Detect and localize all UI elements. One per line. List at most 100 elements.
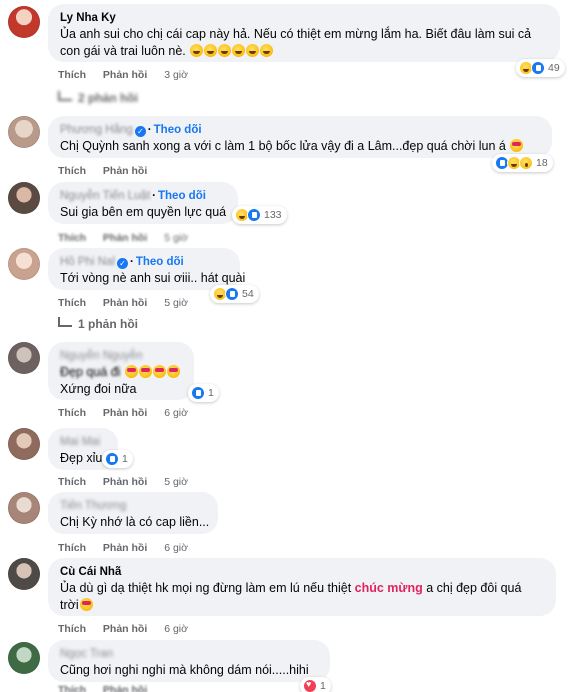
timestamp[interactable]: 6 giờ bbox=[164, 623, 188, 635]
reaction-summary[interactable]: 54 bbox=[210, 285, 259, 303]
reply-link[interactable]: Phản hồi bbox=[103, 165, 147, 177]
reaction-count: 1 bbox=[320, 680, 326, 692]
highlighted-text: chúc mừng bbox=[354, 581, 423, 595]
timestamp[interactable]: 5 giờ bbox=[164, 232, 188, 244]
commenter-name[interactable]: Nguyễn Nguyễn bbox=[60, 349, 182, 364]
like-link[interactable]: Thích bbox=[58, 476, 86, 488]
timestamp[interactable]: 5 giờ bbox=[164, 297, 188, 309]
comment-text: Đẹp quá đi bbox=[60, 364, 182, 381]
reaction-count: 49 bbox=[548, 62, 560, 74]
laugh-emoji-icon bbox=[190, 44, 204, 57]
comment-bubble: Hồ Phi Nal ✓ · Theo dõi Tới vòng nè anh sui… bbox=[48, 248, 245, 290]
commenter-name[interactable]: Tiến Thương bbox=[60, 499, 206, 514]
commenter-name[interactable]: Ngọc Tran bbox=[60, 647, 318, 662]
reply-link[interactable]: Phản hồi bbox=[103, 542, 147, 554]
comment-bubble: Ly Nha Ky Ủa anh sui cho chị cái cap này… bbox=[48, 4, 560, 62]
reply-link[interactable]: Phản hồi bbox=[103, 684, 147, 692]
commenter-header: Nguyễn Tiến Luật · Theo dõi bbox=[60, 190, 206, 202]
follow-link[interactable]: Theo dõi bbox=[136, 256, 184, 268]
avatar[interactable] bbox=[8, 342, 40, 374]
like-reaction-icon bbox=[225, 287, 239, 301]
reply-link[interactable]: Phản hồi bbox=[103, 232, 147, 244]
reply-arrow-icon bbox=[58, 91, 72, 101]
comment-bubble: Nguyễn Tiến Luật · Theo dõi Sui gia bên em… bbox=[48, 182, 238, 224]
reaction-count: 1 bbox=[122, 453, 128, 465]
wow-reaction-icon bbox=[519, 156, 533, 170]
avatar[interactable] bbox=[8, 492, 40, 524]
reaction-summary[interactable]: 1 bbox=[188, 384, 219, 402]
comment-text: Chị Kỳ nhớ là có cap liền... bbox=[60, 515, 210, 529]
commenter-name[interactable]: Ly Nha Ky bbox=[60, 11, 548, 26]
commenter-name[interactable]: Phương Hằng bbox=[60, 124, 133, 136]
avatar[interactable] bbox=[8, 248, 40, 280]
comment-actions: Thích Phản hồi 5 giờ bbox=[58, 297, 202, 309]
commenter-name[interactable]: Mai Mai bbox=[60, 435, 106, 450]
reaction-count: 1 bbox=[208, 387, 214, 399]
avatar[interactable] bbox=[8, 6, 40, 38]
like-link[interactable]: Thích bbox=[58, 69, 86, 81]
comment-actions: Thích Phản hồi 6 giờ bbox=[58, 407, 202, 419]
comment-actions: Thích Phản hồi 6 giờ bbox=[58, 542, 202, 554]
commenter-name[interactable]: Nguyễn Tiến Luật bbox=[60, 190, 150, 202]
like-reaction-icon bbox=[191, 386, 205, 400]
timestamp[interactable]: 6 giờ bbox=[164, 407, 188, 419]
follow-link[interactable]: Theo dõi bbox=[158, 190, 206, 202]
comment-text: Sui gia bên em quyền lực quá bbox=[60, 205, 227, 219]
reaction-summary[interactable]: 1 bbox=[102, 450, 133, 468]
comment-bubble: Cù Cái Nhã Ủa dù gì dạ thiệt hk mọi ng đ… bbox=[48, 558, 556, 616]
avatar[interactable] bbox=[8, 182, 40, 214]
heart-eyes-emoji-icon bbox=[138, 365, 152, 378]
comment-actions: Thích Phản hồi bbox=[58, 165, 161, 177]
reply-link[interactable]: Phản hồi bbox=[103, 623, 147, 635]
verified-badge-icon: ✓ bbox=[116, 258, 128, 269]
comment-bubble: Phương Hằng ✓ · Theo dõi Chị Quỳnh sanh xon… bbox=[48, 116, 552, 158]
like-reaction-icon bbox=[531, 61, 545, 75]
like-link[interactable]: Thích bbox=[58, 297, 86, 309]
like-link[interactable]: Thích bbox=[58, 407, 86, 419]
comment-actions: Thích Phản hồi 6 giờ bbox=[58, 623, 202, 635]
like-link[interactable]: Thích bbox=[58, 542, 86, 554]
view-replies[interactable]: 2 phản hồi bbox=[58, 91, 138, 105]
reply-arrow-icon bbox=[58, 317, 72, 327]
avatar[interactable] bbox=[8, 558, 40, 590]
verified-badge-icon: ✓ bbox=[134, 126, 146, 137]
avatar[interactable] bbox=[8, 116, 40, 148]
comment-bubble: Nguyễn Nguyễn Đẹp quá đi Xứng đoi nữa bbox=[48, 342, 194, 400]
avatar[interactable] bbox=[8, 428, 40, 460]
comment-actions: Thích Phản hồi bbox=[58, 684, 161, 692]
commenter-header: Phương Hằng ✓ · Theo dõi bbox=[60, 124, 202, 137]
reaction-summary[interactable]: 133 bbox=[232, 206, 287, 224]
heart-eyes-emoji-icon bbox=[124, 365, 138, 378]
heart-eyes-emoji-icon bbox=[152, 365, 166, 378]
timestamp[interactable]: 5 giờ bbox=[164, 476, 188, 488]
reaction-summary[interactable]: 49 bbox=[516, 59, 565, 77]
comment-text: trời bbox=[60, 597, 544, 614]
like-link[interactable]: Thích bbox=[58, 623, 86, 635]
reply-link[interactable]: Phản hồi bbox=[103, 476, 147, 488]
laugh-emoji-icon bbox=[232, 44, 246, 57]
reply-link[interactable]: Phản hồi bbox=[103, 297, 147, 309]
comment-bubble: Ngọc Tran Cũng hơi nghi nghi mà không dá… bbox=[48, 640, 330, 682]
reply-link[interactable]: Phản hồi bbox=[103, 69, 147, 81]
follow-link[interactable]: Theo dõi bbox=[154, 124, 202, 136]
like-reaction-icon bbox=[105, 452, 119, 466]
heart-eyes-emoji-icon bbox=[510, 139, 524, 152]
like-link[interactable]: Thích bbox=[58, 165, 86, 177]
reaction-summary[interactable]: 1 bbox=[300, 677, 331, 692]
laugh-emoji-icon bbox=[260, 44, 274, 57]
comment-text: Cũng hơi nghi nghi mà không dám nói.....… bbox=[60, 663, 309, 677]
comment-text: Đẹp xỉu bbox=[60, 451, 103, 465]
comment-text: Xứng đoi nữa bbox=[60, 382, 137, 396]
avatar[interactable] bbox=[8, 642, 40, 674]
like-link[interactable]: Thích bbox=[58, 232, 86, 244]
comment-actions: Thích Phản hồi 5 giờ bbox=[58, 232, 202, 244]
reply-link[interactable]: Phản hồi bbox=[103, 407, 147, 419]
love-reaction-icon bbox=[303, 679, 317, 692]
timestamp[interactable]: 3 giờ bbox=[164, 69, 188, 81]
view-replies[interactable]: 1 phản hồi bbox=[58, 317, 138, 331]
reaction-summary[interactable]: 18 bbox=[492, 154, 553, 172]
like-link[interactable]: Thích bbox=[58, 684, 86, 692]
timestamp[interactable]: 6 giờ bbox=[164, 542, 188, 554]
commenter-name[interactable]: Hồ Phi Nal bbox=[60, 256, 115, 268]
commenter-name[interactable]: Cù Cái Nhã bbox=[60, 565, 544, 580]
